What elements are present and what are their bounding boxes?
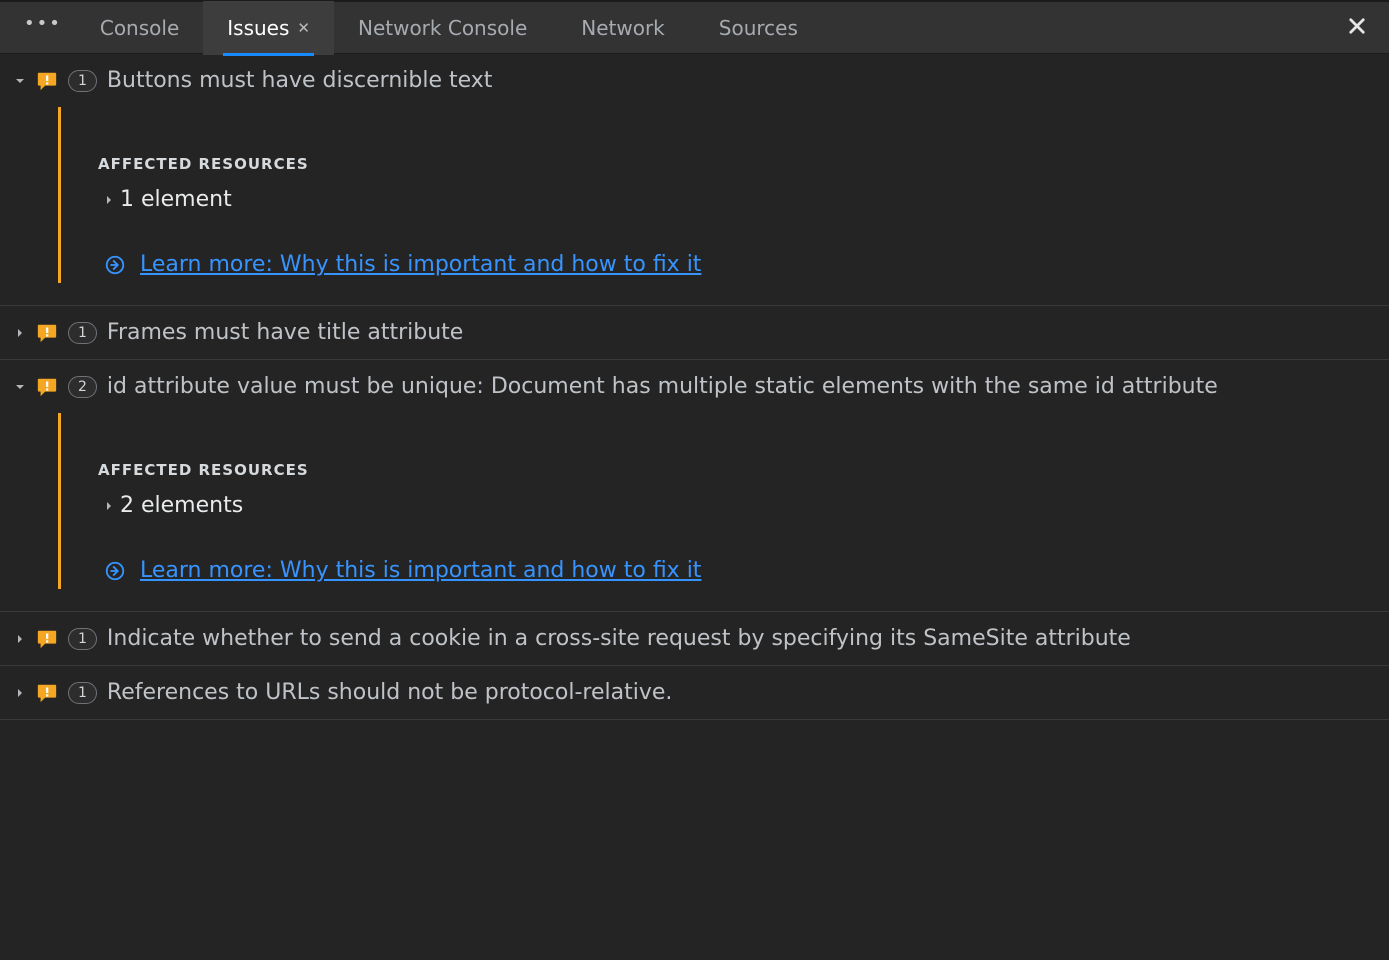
learn-more-row: Learn more: Why this is important and ho… (104, 252, 1389, 277)
tab-label: Issues (227, 16, 289, 40)
tab-issues[interactable]: Issues ✕ (203, 1, 334, 55)
chevron-right-icon (104, 195, 114, 205)
warning-speech-icon (36, 682, 58, 704)
tab-label: Network (581, 16, 665, 40)
learn-more-link[interactable]: Learn more: Why this is important and ho… (140, 558, 701, 583)
chevron-right-icon (14, 688, 26, 698)
issue-header[interactable]: 1 Frames must have title attribute (0, 306, 1389, 359)
issues-list: 1 Buttons must have discernible text AFF… (0, 54, 1389, 720)
issue-count-badge: 1 (68, 682, 97, 704)
issue-header[interactable]: 1 Buttons must have discernible text (0, 54, 1389, 107)
tab-sources[interactable]: Sources (695, 1, 822, 55)
affected-elements-count: 1 element (120, 187, 232, 212)
issue-count-badge: 1 (68, 322, 97, 344)
chevron-right-icon (14, 328, 26, 338)
arrow-circle-right-icon (104, 254, 126, 276)
issue-title: Indicate whether to send a cookie in a c… (107, 626, 1131, 651)
learn-more-row: Learn more: Why this is important and ho… (104, 558, 1389, 583)
warning-speech-icon (36, 70, 58, 92)
warning-speech-icon (36, 322, 58, 344)
issue-item: 1 Frames must have title attribute (0, 306, 1389, 360)
tab-label: Sources (719, 16, 798, 40)
issue-body: AFFECTED RESOURCES 1 element Learn more:… (0, 107, 1389, 305)
chevron-right-icon (104, 501, 114, 511)
tab-network-console[interactable]: Network Console (334, 1, 551, 55)
tab-label: Network Console (358, 16, 527, 40)
tab-console[interactable]: Console (76, 1, 203, 55)
chevron-down-icon (14, 76, 26, 86)
chevron-right-icon (14, 634, 26, 644)
devtools-tabbar: ••• Console Issues ✕ Network Console Net… (0, 0, 1389, 54)
close-icon[interactable]: ✕ (297, 19, 310, 37)
issue-header[interactable]: 1 Indicate whether to send a cookie in a… (0, 612, 1389, 665)
more-menu-icon[interactable]: ••• (10, 13, 76, 34)
affected-resources-label: AFFECTED RESOURCES (98, 461, 1389, 479)
issue-item: 1 Buttons must have discernible text AFF… (0, 54, 1389, 306)
issue-title: id attribute value must be unique: Docum… (107, 374, 1218, 399)
warning-speech-icon (36, 376, 58, 398)
issue-item: 1 References to URLs should not be proto… (0, 666, 1389, 720)
close-panel-icon[interactable] (1335, 14, 1379, 42)
tab-network[interactable]: Network (551, 1, 695, 55)
issue-count-badge: 1 (68, 70, 97, 92)
learn-more-link[interactable]: Learn more: Why this is important and ho… (140, 252, 701, 277)
affected-elements-count: 2 elements (120, 493, 243, 518)
issue-count-badge: 2 (68, 376, 97, 398)
issue-item: 2 id attribute value must be unique: Doc… (0, 360, 1389, 612)
chevron-down-icon (14, 382, 26, 392)
issue-title: Frames must have title attribute (107, 320, 463, 345)
issue-item: 1 Indicate whether to send a cookie in a… (0, 612, 1389, 666)
issue-title: References to URLs should not be protoco… (107, 680, 672, 705)
issue-body: AFFECTED RESOURCES 2 elements Learn more… (0, 413, 1389, 611)
issue-header[interactable]: 2 id attribute value must be unique: Doc… (0, 360, 1389, 413)
warning-speech-icon (36, 628, 58, 650)
arrow-circle-right-icon (104, 560, 126, 582)
tab-label: Console (100, 16, 179, 40)
affected-resources-label: AFFECTED RESOURCES (98, 155, 1389, 173)
affected-elements-toggle[interactable]: 1 element (104, 187, 1389, 212)
issue-title: Buttons must have discernible text (107, 68, 492, 93)
issue-count-badge: 1 (68, 628, 97, 650)
issue-header[interactable]: 1 References to URLs should not be proto… (0, 666, 1389, 719)
affected-elements-toggle[interactable]: 2 elements (104, 493, 1389, 518)
